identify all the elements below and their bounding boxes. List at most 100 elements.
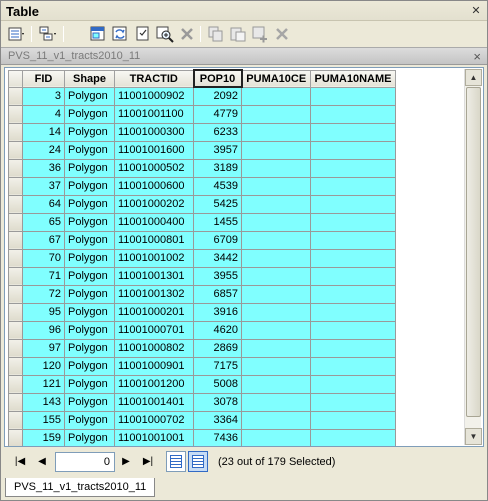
table-cell[interactable]: 95 [22,302,65,322]
last-record-button[interactable]: ▶| [140,454,156,470]
row-selector[interactable] [8,302,23,322]
table-cell[interactable]: 24 [22,140,65,160]
column-header-puma10ce[interactable]: PUMA10CE [241,69,311,88]
table-cell[interactable] [310,374,396,394]
table-cell[interactable]: 1455 [193,212,242,232]
table-row[interactable]: 143 Polygon 11001001401 3078 [8,392,396,412]
table-cell[interactable] [310,140,396,160]
table-cell[interactable]: 2869 [193,338,242,358]
table-cell[interactable]: 70 [22,248,65,268]
column-header-shape[interactable]: Shape [64,69,115,88]
table-cell[interactable]: Polygon [64,194,115,214]
table-cell[interactable]: 96 [22,320,65,340]
table-cell[interactable]: 11001001002 [114,248,194,268]
table-cell[interactable] [241,104,311,124]
table-cell[interactable]: 71 [22,266,65,286]
table-cell[interactable]: 11001001600 [114,140,194,160]
row-selector[interactable] [8,194,23,214]
row-selector[interactable] [8,410,23,430]
table-cell[interactable]: 11001000600 [114,176,194,196]
zoom-to-selected-button[interactable] [155,24,175,44]
table-row[interactable]: 3 Polygon 11001000902 2092 [8,86,396,106]
table-cell[interactable] [241,194,311,214]
vertical-scrollbar[interactable]: ▲ ▼ [464,69,482,445]
table-cell[interactable] [241,248,311,268]
table-cell[interactable]: Polygon [64,248,115,268]
table-cell[interactable]: Polygon [64,86,115,106]
table-row[interactable]: 120 Polygon 11001000901 7175 [8,356,396,376]
table-cell[interactable]: 11001000202 [114,194,194,214]
table-row[interactable]: 155 Polygon 11001000702 3364 [8,410,396,430]
table-cell[interactable] [241,374,311,394]
table-cell[interactable] [241,410,311,430]
table-cell[interactable]: 6233 [193,122,242,142]
table-cell[interactable] [310,428,396,446]
row-selector[interactable] [8,320,23,340]
table-cell[interactable] [241,266,311,286]
column-header-tractid[interactable]: TRACTID [114,69,194,88]
table-cell[interactable] [241,86,311,106]
row-selector[interactable] [8,176,23,196]
table-cell[interactable]: 11001001100 [114,104,194,124]
table-cell[interactable]: 2092 [193,86,242,106]
bottom-table-tab[interactable]: PVS_11_v1_tracts2010_11 [5,478,156,497]
table-cell[interactable]: 120 [22,356,65,376]
table-cell[interactable] [241,356,311,376]
table-row[interactable]: 4 Polygon 11001001100 4779 [8,104,396,124]
table-cell[interactable]: 143 [22,392,65,412]
table-cell[interactable] [310,338,396,358]
table-cell[interactable] [241,230,311,250]
previous-record-button[interactable]: ◀ [34,454,50,470]
title-bar[interactable]: Table ✕ [1,1,487,21]
table-cell[interactable]: 64 [22,194,65,214]
row-selector[interactable] [8,230,23,250]
table-cell[interactable]: 11001000300 [114,122,194,142]
table-row[interactable]: 96 Polygon 11001000701 4620 [8,320,396,340]
close-tab-button[interactable]: × [473,49,481,64]
table-cell[interactable]: 11001000802 [114,338,194,358]
paste-button[interactable] [228,24,248,44]
select-all-corner[interactable] [8,69,23,88]
close-window-button[interactable]: ✕ [469,4,483,18]
table-row[interactable]: 67 Polygon 11001000801 6709 [8,230,396,250]
table-cell[interactable]: 3078 [193,392,242,412]
table-cell[interactable] [241,392,311,412]
column-header-fid[interactable]: FID [22,69,65,88]
table-cell[interactable]: Polygon [64,356,115,376]
row-selector[interactable] [8,86,23,106]
scroll-thumb[interactable] [466,87,481,417]
table-cell[interactable]: 37 [22,176,65,196]
switch-selection-button[interactable] [110,24,130,44]
row-selector[interactable] [8,266,23,286]
table-cell[interactable]: Polygon [64,410,115,430]
row-selector[interactable] [8,392,23,412]
select-by-attributes-button[interactable] [88,24,108,44]
table-cell[interactable]: 11001000502 [114,158,194,178]
table-cell[interactable] [310,104,396,124]
delete-field-button[interactable] [272,24,292,44]
table-cell[interactable]: 11001000400 [114,212,194,232]
table-cell[interactable]: 11001001200 [114,374,194,394]
table-cell[interactable] [310,158,396,178]
table-cell[interactable]: 72 [22,284,65,304]
row-selector[interactable] [8,248,23,268]
table-cell[interactable] [241,122,311,142]
table-cell[interactable]: 5425 [193,194,242,214]
table-row[interactable]: 121 Polygon 11001001200 5008 [8,374,396,394]
row-selector[interactable] [8,428,23,446]
table-cell[interactable]: 3442 [193,248,242,268]
table-cell[interactable]: 97 [22,338,65,358]
row-selector[interactable] [8,338,23,358]
table-cell[interactable] [310,410,396,430]
table-cell[interactable]: 11001001302 [114,284,194,304]
table-cell[interactable] [241,302,311,322]
table-cell[interactable]: Polygon [64,122,115,142]
delete-selected-button[interactable] [177,24,197,44]
table-cell[interactable]: Polygon [64,266,115,286]
table-cell[interactable] [310,266,396,286]
table-cell[interactable] [310,230,396,250]
column-header-puma10name[interactable]: PUMA10NAME [310,69,396,88]
current-record-input[interactable]: 0 [55,452,115,472]
row-selector[interactable] [8,212,23,232]
table-cell[interactable]: 3955 [193,266,242,286]
